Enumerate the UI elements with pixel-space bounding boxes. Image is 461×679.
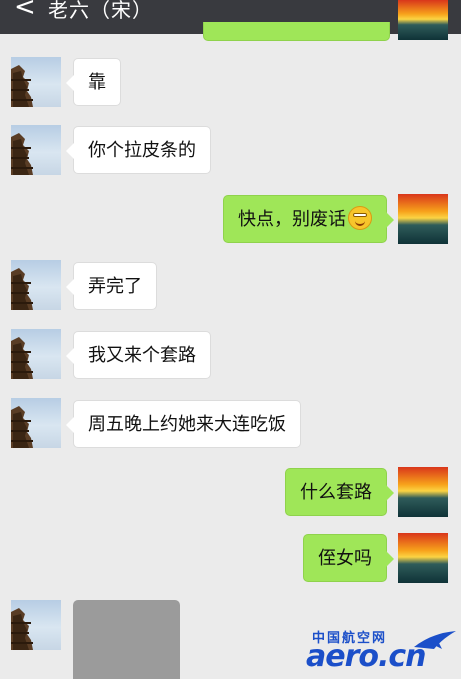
- message-text: 我又来个套路: [88, 345, 196, 366]
- contact-avatar[interactable]: [11, 329, 61, 379]
- watermark: 中国航空网 aero.cn: [300, 627, 461, 677]
- pagoda-icon: [11, 65, 33, 107]
- message-text: 你个拉皮条的: [88, 140, 196, 161]
- message-bubble[interactable]: 快点，别废话: [223, 195, 394, 243]
- contact-avatar[interactable]: [11, 125, 61, 175]
- airplane-icon: [414, 631, 456, 649]
- message-text: 快点，别废话: [238, 209, 346, 230]
- contact-avatar[interactable]: [11, 57, 61, 107]
- message-bubble[interactable]: 侄女吗: [303, 534, 394, 582]
- message-bubble[interactable]: 你个拉皮条的: [66, 126, 211, 174]
- pagoda-icon: [11, 268, 33, 310]
- chat-title: 老六（宋）: [48, 0, 153, 22]
- contact-avatar[interactable]: [11, 398, 61, 448]
- message-text: 什么套路: [300, 482, 372, 503]
- message-bubble[interactable]: 弄完了: [66, 262, 157, 310]
- sender-avatar[interactable]: [398, 0, 448, 40]
- back-arrow-icon[interactable]: <: [14, 0, 36, 22]
- pagoda-icon: [11, 608, 33, 650]
- sender-avatar[interactable]: [398, 467, 448, 517]
- message-text: 侄女吗: [318, 548, 372, 569]
- pagoda-icon: [11, 133, 33, 175]
- grinning-face-icon: [348, 206, 372, 230]
- contact-avatar[interactable]: [11, 260, 61, 310]
- pagoda-icon: [11, 337, 33, 379]
- previous-sent-bubble[interactable]: [203, 22, 390, 41]
- message-bubble[interactable]: 什么套路: [285, 468, 394, 516]
- contact-avatar[interactable]: [11, 600, 61, 650]
- message-text: 弄完了: [88, 276, 142, 297]
- message-text: 周五晚上约她来大连吃饭: [88, 414, 286, 435]
- message-text: 靠: [88, 72, 106, 93]
- image-message[interactable]: [73, 600, 180, 679]
- message-bubble[interactable]: 周五晚上约她来大连吃饭: [66, 400, 301, 448]
- watermark-logo-text: aero.cn: [306, 639, 427, 674]
- message-bubble[interactable]: 我又来个套路: [66, 331, 211, 379]
- pagoda-icon: [11, 406, 33, 448]
- sender-avatar[interactable]: [398, 533, 448, 583]
- sender-avatar[interactable]: [398, 194, 448, 244]
- message-bubble[interactable]: 靠: [66, 58, 121, 106]
